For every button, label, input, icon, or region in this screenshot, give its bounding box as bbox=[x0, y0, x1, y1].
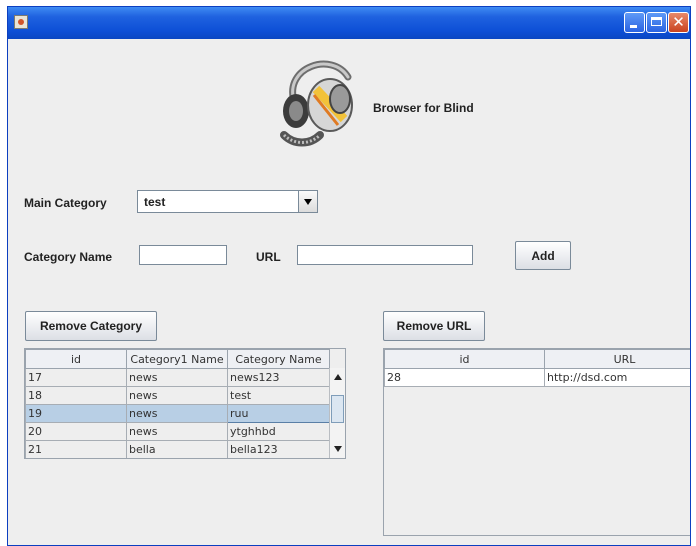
url-table-panel: id URL 28 http://dsd.com bbox=[383, 348, 690, 536]
remove-url-button[interactable]: Remove URL bbox=[383, 311, 485, 341]
table-row-selected[interactable]: 19 news ruu bbox=[25, 404, 330, 423]
main-category-dropdown[interactable]: test bbox=[137, 190, 318, 213]
app-icon[interactable] bbox=[14, 15, 28, 29]
column-header-id[interactable]: id bbox=[384, 349, 545, 369]
category-table-panel: id Category1 Name Category Name 17 news … bbox=[24, 348, 346, 459]
table-scrollbar[interactable] bbox=[329, 368, 345, 458]
column-header-category-name[interactable]: Category Name bbox=[227, 349, 330, 369]
url-label: URL bbox=[256, 250, 281, 264]
table-cell: 20 bbox=[25, 422, 127, 441]
table-cell: news bbox=[126, 368, 228, 387]
url-input[interactable] bbox=[297, 245, 473, 265]
app-title-text: Browser for Blind bbox=[373, 101, 474, 115]
table-cell: ytghhbd bbox=[227, 422, 330, 441]
table-cell: news123 bbox=[227, 368, 330, 387]
url-table: id URL 28 http://dsd.com bbox=[384, 349, 690, 387]
table-row[interactable]: 20 news ytghhbd bbox=[25, 422, 330, 441]
table-cell: 18 bbox=[25, 386, 127, 405]
maximize-icon[interactable] bbox=[646, 12, 667, 33]
scroll-up-icon[interactable] bbox=[334, 374, 342, 380]
table-cell: ruu bbox=[227, 404, 330, 423]
table-row[interactable]: 21 bella bella123 bbox=[25, 440, 330, 458]
table-cell: 21 bbox=[25, 440, 127, 458]
table-cell: 19 bbox=[25, 404, 127, 423]
dropdown-arrow-icon[interactable] bbox=[298, 191, 317, 212]
column-header-id[interactable]: id bbox=[25, 349, 127, 369]
table-cell: bella123 bbox=[227, 440, 330, 458]
app-window: Browser for Blind Main Category test Cat… bbox=[7, 6, 691, 546]
scroll-down-icon[interactable] bbox=[334, 446, 342, 452]
table-cell: news bbox=[126, 386, 228, 405]
table-cell: test bbox=[227, 386, 330, 405]
table-cell: news bbox=[126, 422, 228, 441]
minimize-icon[interactable] bbox=[624, 12, 645, 33]
add-button[interactable]: Add bbox=[515, 241, 571, 270]
category-name-input[interactable] bbox=[139, 245, 227, 265]
table-row[interactable]: 28 http://dsd.com bbox=[384, 368, 690, 387]
table-cell: 28 bbox=[384, 368, 545, 387]
headphones-logo-icon bbox=[280, 60, 353, 147]
main-category-label: Main Category bbox=[24, 196, 107, 210]
scroll-thumb[interactable] bbox=[331, 395, 344, 423]
column-header-url[interactable]: URL bbox=[544, 349, 690, 369]
table-row[interactable]: 17 news news123 bbox=[25, 368, 330, 387]
table-cell: 17 bbox=[25, 368, 127, 387]
column-header-category1-name[interactable]: Category1 Name bbox=[126, 349, 228, 369]
table-cell: bella bbox=[126, 440, 228, 458]
remove-category-button[interactable]: Remove Category bbox=[25, 311, 157, 341]
title-bar[interactable] bbox=[8, 7, 690, 39]
category-table: id Category1 Name Category Name 17 news … bbox=[25, 349, 330, 458]
main-category-value: test bbox=[144, 195, 166, 209]
category-name-label: Category Name bbox=[24, 250, 113, 264]
table-cell: http://dsd.com bbox=[544, 368, 690, 387]
table-row[interactable]: 18 news test bbox=[25, 386, 330, 405]
close-icon[interactable] bbox=[668, 12, 689, 33]
table-cell: news bbox=[126, 404, 228, 423]
